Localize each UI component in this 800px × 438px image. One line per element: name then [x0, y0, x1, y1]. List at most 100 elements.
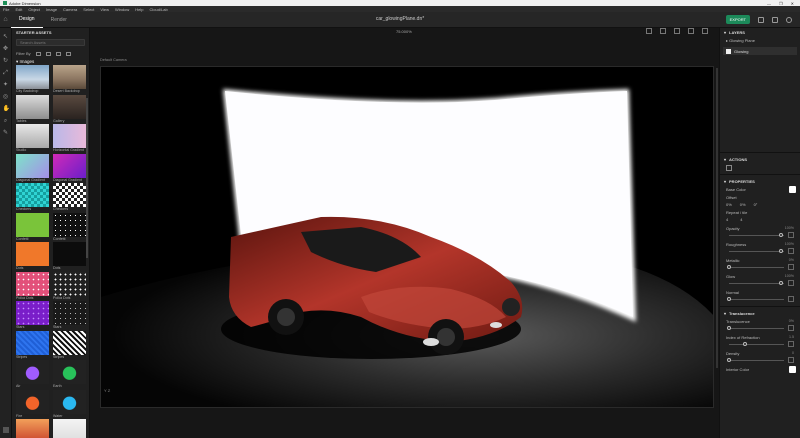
- asset-item[interactable]: Diagonal Gradient: [16, 153, 49, 184]
- slider-knob[interactable]: [727, 265, 731, 269]
- asset-item[interactable]: Confetti: [16, 212, 49, 243]
- images-section-header[interactable]: ▾ Images: [12, 58, 89, 65]
- layers-header[interactable]: ▾ LAYERS: [720, 28, 800, 36]
- texture-slot[interactable]: [788, 248, 794, 254]
- repeat-x-input[interactable]: 4: [726, 217, 728, 222]
- zoom-tool-icon[interactable]: ⌕: [3, 118, 9, 124]
- menu-window[interactable]: Window: [115, 7, 129, 12]
- offset-y-input[interactable]: 0%: [740, 202, 746, 207]
- asset-item[interactable]: Fire: [16, 389, 49, 420]
- sample-tool-icon[interactable]: ✎: [3, 130, 9, 136]
- maximize-button[interactable]: ❐: [779, 1, 783, 6]
- camera-view-icon[interactable]: [646, 28, 652, 34]
- texture-slot[interactable]: [788, 325, 794, 331]
- render-preview-icon[interactable]: [674, 28, 680, 34]
- texture-slot[interactable]: [788, 264, 794, 270]
- magic-wand-icon[interactable]: ✦: [3, 82, 9, 88]
- filter-light-icon[interactable]: [55, 51, 61, 56]
- select-tool-icon[interactable]: ↖: [3, 34, 9, 40]
- base-color-swatch[interactable]: [789, 186, 796, 193]
- glow-slider[interactable]: [726, 280, 794, 286]
- rotation-input[interactable]: 0°: [754, 202, 758, 207]
- asset-scrollbar[interactable]: [86, 98, 88, 258]
- asset-item[interactable]: Diagonal Gradient: [53, 153, 86, 184]
- assets-panel-title[interactable]: STARTER ASSETS: [12, 28, 89, 36]
- minimize-button[interactable]: —: [767, 1, 771, 6]
- asset-item[interactable]: Water: [53, 389, 86, 420]
- menu-cloud[interactable]: Cloud/Lab: [149, 7, 167, 12]
- slider-knob[interactable]: [727, 326, 731, 330]
- filter-image-icon[interactable]: [65, 51, 71, 56]
- asset-item[interactable]: Desert Backdrop: [53, 65, 86, 95]
- menu-select[interactable]: Select: [83, 7, 94, 12]
- action-icon[interactable]: [726, 164, 732, 171]
- asset-item[interactable]: [16, 419, 49, 438]
- layer-item[interactable]: Glowing: [723, 47, 797, 55]
- asset-item[interactable]: Gallery: [53, 94, 86, 125]
- asset-item[interactable]: Stars: [53, 301, 86, 331]
- user-avatar-icon[interactable]: [786, 16, 792, 23]
- notification-icon[interactable]: [772, 16, 778, 23]
- orbit-tool-icon[interactable]: ◎: [3, 94, 9, 100]
- roughness-slider[interactable]: [726, 248, 794, 254]
- filter-3d-icon[interactable]: [35, 51, 41, 56]
- density-slider[interactable]: [726, 357, 794, 363]
- render-viewport[interactable]: [100, 66, 714, 408]
- opacity-slider[interactable]: [726, 232, 794, 238]
- zoom-level[interactable]: 75.000%: [396, 29, 412, 34]
- asset-item[interactable]: Stars: [16, 301, 49, 331]
- tab-design[interactable]: Design: [11, 12, 43, 28]
- bookmark-icon[interactable]: [688, 28, 694, 34]
- properties-header[interactable]: ▾ PROPERTIES: [720, 177, 800, 185]
- asset-item[interactable]: Stripes: [53, 330, 86, 361]
- asset-item[interactable]: Polka Dots: [53, 271, 86, 302]
- texture-slot[interactable]: [788, 280, 794, 286]
- canvas-scrollbar[interactable]: [716, 68, 718, 368]
- translucence-slider[interactable]: [726, 325, 794, 331]
- slider-knob[interactable]: [779, 249, 783, 253]
- slider-knob[interactable]: [779, 281, 783, 285]
- slider-knob[interactable]: [742, 342, 747, 346]
- texture-slot[interactable]: [788, 232, 794, 238]
- asset-item[interactable]: Horizontal Gradient: [53, 124, 86, 154]
- tab-render[interactable]: Render: [43, 12, 75, 28]
- rotate-tool-icon[interactable]: ↻: [3, 58, 9, 64]
- slider-knob[interactable]: [779, 233, 783, 237]
- asset-item[interactable]: Dots: [16, 242, 49, 272]
- pan-tool-icon[interactable]: ✋: [3, 106, 10, 112]
- fullscreen-icon[interactable]: [702, 28, 708, 34]
- translucence-header[interactable]: ▾ Translucence: [720, 309, 800, 317]
- offset-x-input[interactable]: 0%: [726, 202, 732, 207]
- roughness-value[interactable]: 100%: [785, 242, 794, 247]
- menu-view[interactable]: View: [100, 7, 109, 12]
- density-value[interactable]: 0: [792, 351, 794, 356]
- share-icon[interactable]: [758, 16, 764, 23]
- asset-item[interactable]: [53, 419, 86, 438]
- texture-slot[interactable]: [788, 296, 794, 302]
- scale-tool-icon[interactable]: ⤢: [3, 70, 9, 76]
- texture-slot[interactable]: [788, 341, 794, 347]
- filter-label[interactable]: Filter By: [16, 51, 31, 56]
- layers-group-row[interactable]: ▸ Glowing Plane: [720, 36, 800, 45]
- move-tool-icon[interactable]: ✥: [3, 46, 9, 52]
- index-of-refraction-slider[interactable]: [726, 341, 794, 347]
- asset-item[interactable]: Earth: [53, 360, 86, 390]
- grid-view-icon[interactable]: [660, 28, 666, 34]
- home-icon[interactable]: ⌂: [0, 12, 11, 28]
- asset-item[interactable]: Stripes: [16, 330, 49, 361]
- asset-item[interactable]: Dots: [53, 242, 86, 272]
- asset-item[interactable]: Studio: [16, 124, 49, 154]
- asset-item[interactable]: Checkers: [53, 183, 86, 213]
- asset-item[interactable]: Confetti: [53, 212, 86, 243]
- texture-slot[interactable]: [788, 357, 794, 363]
- interior-color-swatch[interactable]: [789, 366, 796, 373]
- slider-knob[interactable]: [727, 358, 731, 362]
- metallic-value[interactable]: 0%: [789, 258, 794, 263]
- repeat-y-input[interactable]: 4: [740, 217, 742, 222]
- normal-slider[interactable]: [726, 296, 794, 302]
- asset-item[interactable]: Air: [16, 360, 49, 390]
- slider-knob[interactable]: [727, 297, 731, 301]
- index-of-refraction-value[interactable]: 1.5: [789, 335, 794, 340]
- asset-item[interactable]: Tables: [16, 94, 49, 125]
- close-button[interactable]: ✕: [791, 1, 794, 6]
